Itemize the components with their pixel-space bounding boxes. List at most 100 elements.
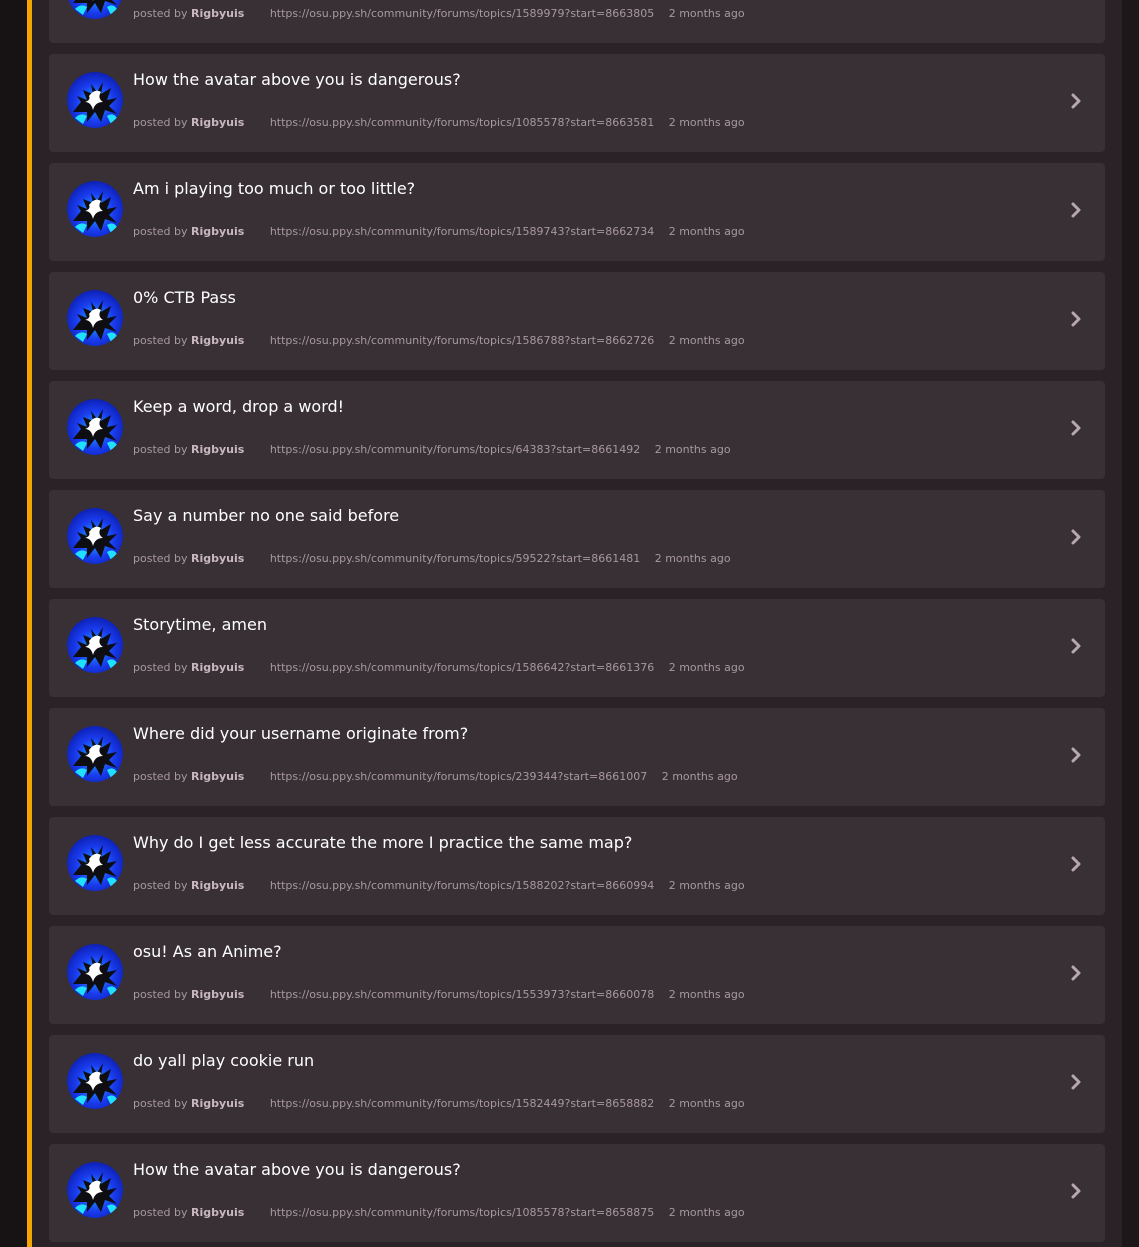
post-time: 2 months ago [668,988,745,1001]
post-title[interactable]: Keep a word, drop a word! [133,397,344,416]
post-author[interactable]: Rigbyuis [191,988,244,1001]
post-link[interactable]: https://osu.ppy.sh/community/forums/topi… [270,1097,654,1110]
post-time: 2 months ago [668,334,745,347]
user-avatar[interactable] [67,181,123,237]
post-meta: posted by Rigbyuis https://osu.ppy.sh/co… [133,116,745,129]
user-avatar[interactable] [67,399,123,455]
post-card[interactable]: How the avatar above you is dangerous? p… [49,1144,1105,1242]
post-time: 2 months ago [654,443,731,456]
posted-by-label: posted by [133,443,188,456]
post-author[interactable]: Rigbyuis [191,1097,244,1110]
chevron-right-icon[interactable] [1069,855,1083,873]
post-title[interactable]: Where did your username originate from? [133,724,468,743]
post-title[interactable]: osu! As an Anime? [133,942,282,961]
post-card[interactable]: Storytime, amen posted by Rigbyuis https… [49,599,1105,697]
chevron-right-icon[interactable] [1069,201,1083,219]
chevron-right-icon[interactable] [1069,419,1083,437]
post-link[interactable]: https://osu.ppy.sh/community/forums/topi… [270,443,640,456]
post-time: 2 months ago [668,7,745,20]
post-time: 2 months ago [668,1097,745,1110]
post-time: 2 months ago [654,552,731,565]
post-title[interactable]: Storytime, amen [133,615,267,634]
post-title[interactable]: Am i playing too much or too little? [133,179,415,198]
post-title[interactable]: How the avatar above you is dangerous? [133,70,461,89]
post-title[interactable]: do yall play cookie run [133,1051,314,1070]
post-time: 2 months ago [661,770,738,783]
post-meta: posted by Rigbyuis https://osu.ppy.sh/co… [133,552,731,565]
post-link[interactable]: https://osu.ppy.sh/community/forums/topi… [270,879,654,892]
post-link[interactable]: https://osu.ppy.sh/community/forums/topi… [270,116,654,129]
post-link[interactable]: https://osu.ppy.sh/community/forums/topi… [270,661,654,674]
post-title[interactable]: Say a number no one said before [133,506,399,525]
post-link[interactable]: https://osu.ppy.sh/community/forums/topi… [270,552,640,565]
user-avatar[interactable] [67,617,123,673]
post-card[interactable]: do yall play cookie run posted by Rigbyu… [49,1035,1105,1133]
post-meta: posted by Rigbyuis https://osu.ppy.sh/co… [133,1206,745,1219]
user-avatar[interactable] [67,290,123,346]
post-card[interactable]: 0% CTB Pass posted by Rigbyuis https://o… [49,272,1105,370]
post-link[interactable]: https://osu.ppy.sh/community/forums/topi… [270,1206,654,1219]
post-author[interactable]: Rigbyuis [191,661,244,674]
post-card[interactable]: Where did your username originate from? … [49,708,1105,806]
posted-by-label: posted by [133,334,188,347]
post-list: posted by Rigbyuis https://osu.ppy.sh/co… [49,0,1105,1247]
posted-by-label: posted by [133,1097,188,1110]
post-meta: posted by Rigbyuis https://osu.ppy.sh/co… [133,1097,745,1110]
page: posted by Rigbyuis https://osu.ppy.sh/co… [0,0,1139,1247]
post-author[interactable]: Rigbyuis [191,116,244,129]
chevron-right-icon[interactable] [1069,528,1083,546]
post-title[interactable]: Why do I get less accurate the more I pr… [133,833,632,852]
user-avatar[interactable] [67,944,123,1000]
post-title[interactable]: How the avatar above you is dangerous? [133,1160,461,1179]
post-link[interactable]: https://osu.ppy.sh/community/forums/topi… [270,770,647,783]
posted-by-label: posted by [133,988,188,1001]
post-meta: posted by Rigbyuis https://osu.ppy.sh/co… [133,443,731,456]
post-author[interactable]: Rigbyuis [191,225,244,238]
user-avatar[interactable] [67,72,123,128]
post-link[interactable]: https://osu.ppy.sh/community/forums/topi… [270,988,654,1001]
chevron-right-icon[interactable] [1069,0,1083,1]
post-author[interactable]: Rigbyuis [191,334,244,347]
chevron-right-icon[interactable] [1069,310,1083,328]
post-card[interactable]: osu! As an Anime? posted by Rigbyuis htt… [49,926,1105,1024]
user-avatar[interactable] [67,1053,123,1109]
posted-by-label: posted by [133,1206,188,1219]
chevron-right-icon[interactable] [1069,637,1083,655]
posted-by-label: posted by [133,661,188,674]
post-card[interactable]: Say a number no one said before posted b… [49,490,1105,588]
post-link[interactable]: https://osu.ppy.sh/community/forums/topi… [270,334,654,347]
chevron-right-icon[interactable] [1069,746,1083,764]
post-card[interactable]: Keep a word, drop a word! posted by Rigb… [49,381,1105,479]
chevron-right-icon[interactable] [1069,1073,1083,1091]
user-avatar[interactable] [67,835,123,891]
post-time: 2 months ago [668,661,745,674]
user-avatar[interactable] [67,508,123,564]
post-meta: posted by Rigbyuis https://osu.ppy.sh/co… [133,879,745,892]
posted-by-label: posted by [133,116,188,129]
chevron-right-icon[interactable] [1069,92,1083,110]
post-author[interactable]: Rigbyuis [191,770,244,783]
post-link[interactable]: https://osu.ppy.sh/community/forums/topi… [270,7,654,20]
posted-by-label: posted by [133,879,188,892]
post-author[interactable]: Rigbyuis [191,1206,244,1219]
chevron-right-icon[interactable] [1069,1182,1083,1200]
post-meta: posted by Rigbyuis https://osu.ppy.sh/co… [133,770,738,783]
post-card[interactable]: posted by Rigbyuis https://osu.ppy.sh/co… [49,0,1105,43]
user-avatar[interactable] [67,726,123,782]
post-card[interactable]: How the avatar above you is dangerous? p… [49,54,1105,152]
post-card[interactable]: Am i playing too much or too little? pos… [49,163,1105,261]
post-meta: posted by Rigbyuis https://osu.ppy.sh/co… [133,7,745,20]
chevron-right-icon[interactable] [1069,964,1083,982]
left-gutter [0,0,27,1247]
user-avatar[interactable] [67,0,123,19]
post-author[interactable]: Rigbyuis [191,7,244,20]
post-meta: posted by Rigbyuis https://osu.ppy.sh/co… [133,225,745,238]
post-author[interactable]: Rigbyuis [191,552,244,565]
post-title[interactable]: 0% CTB Pass [133,288,236,307]
post-card[interactable]: Why do I get less accurate the more I pr… [49,817,1105,915]
post-author[interactable]: Rigbyuis [191,879,244,892]
user-avatar[interactable] [67,1162,123,1218]
post-link[interactable]: https://osu.ppy.sh/community/forums/topi… [270,225,654,238]
post-author[interactable]: Rigbyuis [191,443,244,456]
posted-by-label: posted by [133,7,188,20]
